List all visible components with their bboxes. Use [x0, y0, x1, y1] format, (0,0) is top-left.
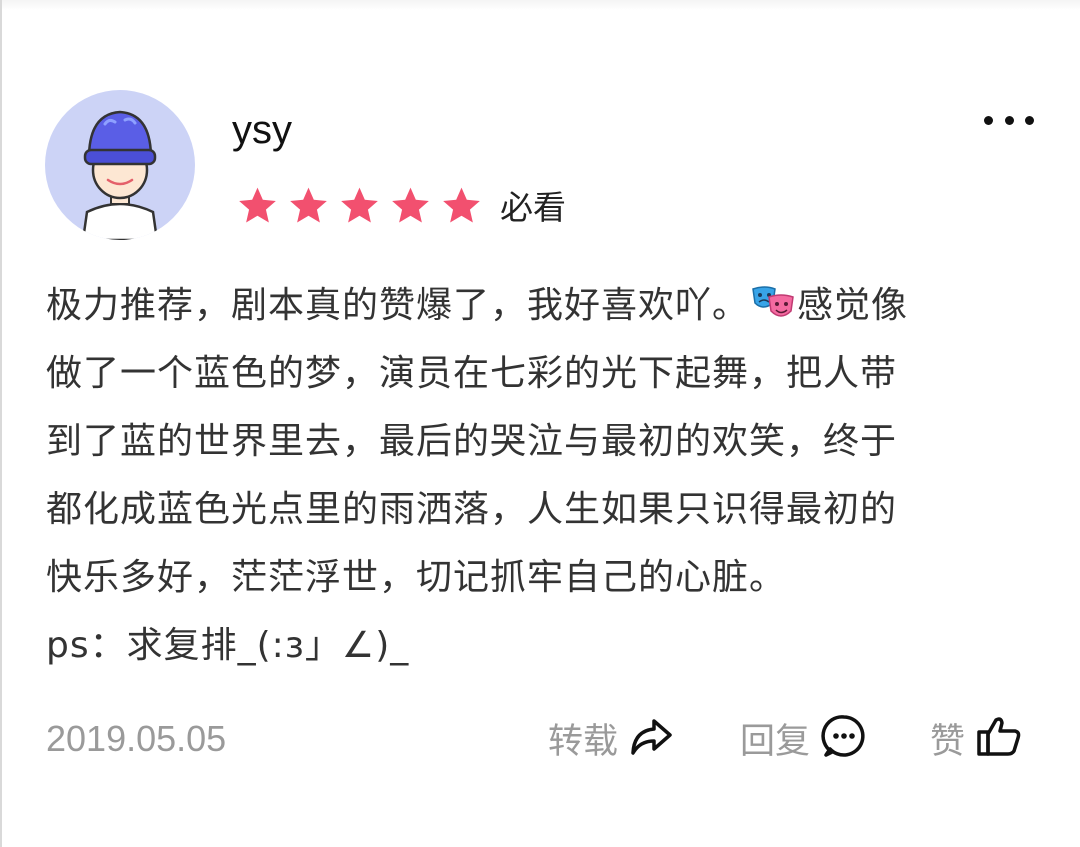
content-line-1: 极力推荐，剧本真的赞爆了，我好喜欢吖。 感觉像: [46, 272, 1036, 340]
content-line-2: 做了一个蓝色的梦，演员在七彩的光下起舞，把人带: [46, 353, 898, 394]
star-icon: [341, 187, 378, 223]
like-button[interactable]: 赞: [930, 712, 1023, 764]
more-dots-icon: [984, 115, 993, 125]
content-line-5: 快乐多好，茫茫浮世，切记抓牢自己的心脏。: [46, 557, 787, 598]
share-button[interactable]: 转载: [548, 712, 674, 764]
top-divider: [0, 0, 1080, 10]
reply-label: 回复: [740, 721, 811, 762]
more-dots-icon-dot: [1004, 115, 1014, 125]
more-dots-icon-dot: [1025, 115, 1034, 125]
rating-label: 必看: [500, 188, 566, 227]
star-icon: [290, 187, 327, 223]
star-icon: [443, 187, 480, 223]
avatar[interactable]: [45, 90, 195, 240]
content-line-3: 到了蓝的世界里去，最后的哭泣与最初的欢笑，终于: [46, 421, 898, 462]
content-text: 感觉像: [797, 285, 909, 326]
share-arrow-icon: [628, 713, 674, 763]
star-icon: [392, 187, 429, 223]
star-icon: [239, 187, 276, 223]
thumbs-up-icon: [975, 712, 1023, 764]
theater-masks-icon: [749, 278, 797, 318]
comment-bubble-icon: [820, 712, 868, 764]
content-text: 极力推荐，剧本真的赞爆了，我好喜欢吖。: [46, 285, 750, 326]
more-options-button[interactable]: [984, 106, 1034, 134]
share-label: 转载: [548, 721, 619, 762]
like-label: 赞: [930, 721, 966, 762]
reply-button[interactable]: 回复: [740, 712, 868, 764]
review-date: 2019.05.05: [46, 718, 227, 759]
content-line-4: 都化成蓝色光点里的雨洒落，人生如果只识得最初的: [46, 489, 898, 530]
username[interactable]: ysy: [232, 104, 292, 156]
review-content: 极力推荐，剧本真的赞爆了，我好喜欢吖。 感觉像 做了一个蓝色的梦，演员在七彩的光…: [46, 272, 1036, 680]
review-card: ysy 必看 极力推荐，剧本真的赞爆了，我好喜欢吖。 感觉像 做了一个蓝色的梦，…: [0, 0, 1080, 847]
star-rating: [234, 184, 485, 228]
content-line-6: ps：求复排_(:з」∠)_: [46, 625, 410, 666]
left-edge: [0, 0, 2, 847]
